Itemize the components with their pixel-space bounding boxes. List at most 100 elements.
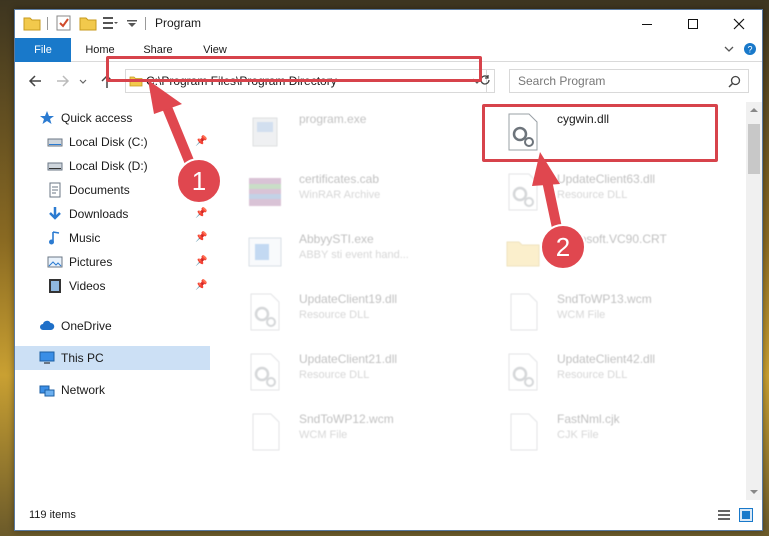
search-icon[interactable] (728, 75, 741, 88)
folder-icon (129, 76, 143, 87)
dll-gear-icon (250, 353, 280, 391)
file-name: FastNml.cjk (557, 412, 620, 426)
file-item[interactable]: program.exe (217, 104, 457, 160)
drive-icon (47, 138, 63, 147)
file-name: certificates.cab (299, 172, 380, 186)
winrar-icon (249, 178, 281, 206)
exe-icon (252, 117, 278, 147)
file-item[interactable]: UpdateClient21.dll Resource DLL (217, 344, 457, 400)
dll-gear-icon (250, 293, 280, 331)
recent-locations-icon[interactable] (77, 70, 89, 92)
computer-icon (39, 351, 55, 364)
app-icon (248, 237, 282, 267)
refresh-icon[interactable] (478, 73, 492, 87)
pin-icon: 📌 (195, 232, 208, 243)
sidebar-item-local-disk-d[interactable]: Local Disk (D:) (15, 154, 210, 178)
documents-icon (49, 182, 61, 198)
address-path: C:\Program Files\Program Directory (146, 74, 337, 88)
file-name: UpdateClient42.dll (557, 352, 656, 366)
tab-home[interactable]: Home (75, 38, 125, 62)
file-type: WinRAR Archive (299, 189, 381, 201)
file-type: WCM File (299, 429, 348, 441)
pin-icon: 📌 (195, 280, 208, 291)
pin-icon: 📌 (195, 136, 208, 147)
expand-ribbon-icon[interactable] (723, 45, 735, 55)
file-type: Resource DLL (299, 369, 370, 381)
sidebar-item-label: Downloads (69, 207, 129, 221)
file-item[interactable]: UpdateClient63.dll Resource DLL (475, 164, 715, 220)
file-name: cygwin.dll (557, 112, 610, 126)
file-name: UpdateClient19.dll (299, 292, 398, 306)
file-item[interactable]: cygwin.dll (475, 104, 715, 160)
back-arrow-icon[interactable] (25, 70, 45, 92)
up-arrow-icon[interactable] (97, 70, 117, 92)
sidebar-item-label: This PC (61, 351, 104, 365)
help-icon[interactable]: ? (743, 42, 757, 56)
close-button[interactable] (716, 10, 762, 38)
search-placeholder: Search Program (518, 74, 606, 88)
ribbon-tabs: File Home Share View ? (15, 38, 762, 62)
file-icon (252, 413, 280, 451)
customize-toolbar-icon[interactable] (123, 14, 141, 32)
file-name: AbbyySTI.exe (299, 232, 374, 246)
view-options-icon[interactable] (101, 14, 119, 32)
maximize-button[interactable] (670, 10, 716, 38)
search-input[interactable]: Search Program (509, 69, 749, 93)
status-bar: 119 items (15, 500, 762, 530)
pictures-icon (47, 256, 63, 268)
file-item[interactable]: AbbyySTI.exe ABBY sti event hand... (217, 224, 457, 280)
scroll-up-icon[interactable] (749, 106, 759, 114)
sidebar-item-label: Local Disk (D:) (69, 159, 148, 173)
sidebar-item-network[interactable]: Network (15, 378, 210, 402)
file-type: Resource DLL (557, 369, 628, 381)
tab-view[interactable]: View (190, 38, 240, 62)
music-icon (49, 231, 60, 245)
navigation-bar: C:\Program Files\Program Directory Searc… (15, 62, 762, 100)
file-type: Resource DLL (299, 309, 370, 321)
minimize-button[interactable] (624, 10, 670, 38)
file-item[interactable]: UpdateClient42.dll Resource DLL (475, 344, 715, 400)
large-icons-view-icon[interactable] (739, 508, 753, 522)
sidebar-item-label: Pictures (69, 255, 113, 269)
sidebar-item-label: Music (69, 231, 101, 245)
network-icon (39, 385, 55, 397)
title-separator (145, 17, 146, 30)
sidebar-item-videos[interactable]: Videos 📌 (15, 274, 210, 298)
file-item[interactable]: FastNml.cjk CJK File (475, 404, 715, 460)
tab-share[interactable]: Share (133, 38, 183, 62)
forward-arrow-icon[interactable] (53, 70, 73, 92)
sidebar-item-onedrive[interactable]: OneDrive (15, 314, 210, 338)
details-view-icon[interactable] (717, 508, 731, 522)
star-icon (40, 111, 54, 124)
file-item[interactable]: SndToWP12.wcm WCM File (217, 404, 457, 460)
sidebar-item-local-disk-c[interactable]: Local Disk (C:) 📌 (15, 130, 210, 154)
scrollbar-thumb[interactable] (748, 124, 760, 174)
sidebar-item-pictures[interactable]: Pictures 📌 (15, 250, 210, 274)
file-item[interactable]: SndToWP13.wcm WCM File (475, 284, 715, 340)
drive-icon (47, 162, 63, 171)
pin-icon: 📌 (195, 208, 208, 219)
dll-gear-icon (508, 113, 538, 151)
minimize-icon (642, 24, 652, 25)
file-item[interactable]: certificates.cab WinRAR Archive (217, 164, 457, 220)
vertical-scrollbar[interactable] (746, 102, 762, 500)
download-icon (49, 207, 61, 220)
sidebar-item-documents[interactable]: Documents (15, 178, 210, 202)
dll-gear-icon (508, 173, 538, 211)
scroll-down-icon[interactable] (749, 488, 759, 496)
file-type: ABBY sti event hand... (299, 249, 409, 261)
address-bar[interactable]: C:\Program Files\Program Directory (125, 69, 495, 93)
sidebar-item-music[interactable]: Music 📌 (15, 226, 210, 250)
file-name: UpdateClient63.dll (557, 172, 656, 186)
sidebar-item-label: Local Disk (C:) (69, 135, 148, 149)
sidebar-item-this-pc[interactable]: This PC (15, 346, 210, 370)
sidebar-item-downloads[interactable]: Downloads 📌 (15, 202, 210, 226)
tab-file[interactable]: File (15, 38, 71, 62)
item-count: 119 items (29, 509, 76, 521)
sidebar-item-quick-access[interactable]: Quick access (15, 106, 210, 130)
properties-icon[interactable] (55, 14, 73, 32)
new-folder-icon[interactable] (79, 14, 97, 32)
sidebar-item-label: Quick access (61, 111, 133, 125)
file-item[interactable]: UpdateClient19.dll Resource DLL (217, 284, 457, 340)
file-item[interactable]: Microsoft.VC90.CRT (475, 224, 715, 280)
